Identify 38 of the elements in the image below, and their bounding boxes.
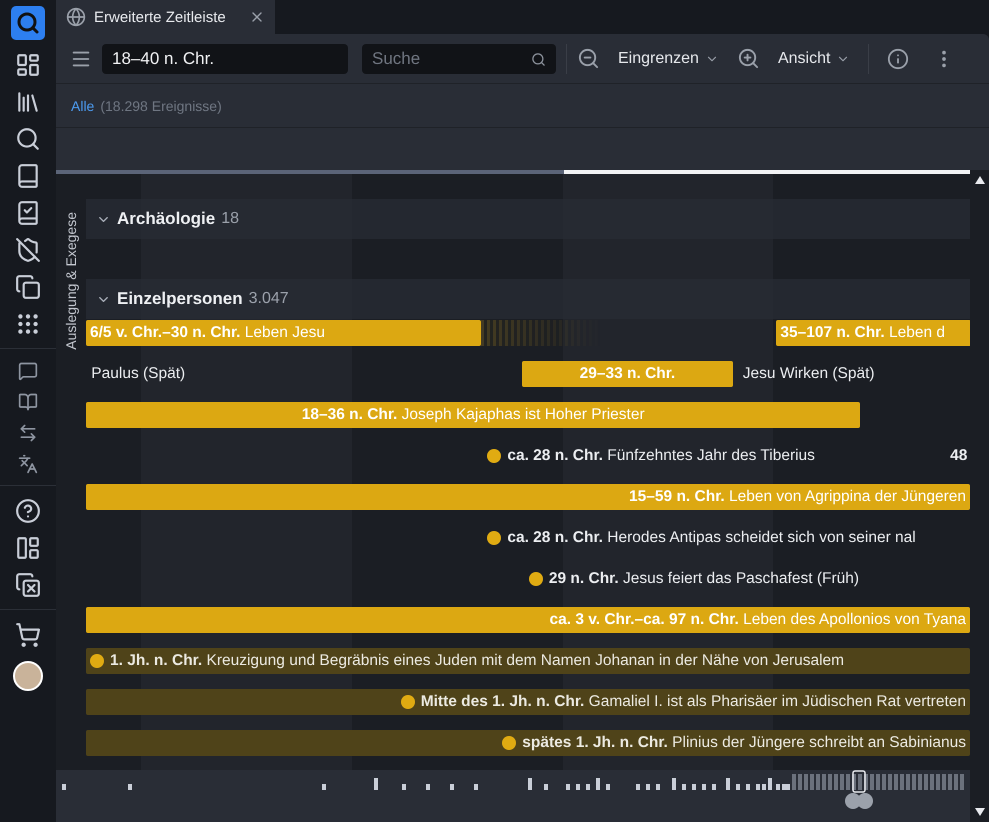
all-link[interactable]: Alle (71, 98, 94, 114)
globe-icon (66, 7, 86, 27)
event-label[interactable]: ca. 28 n. Chr. Fünfzehntes Jahr des Tiberius (507, 447, 815, 465)
scrollbar[interactable] (970, 170, 989, 822)
event-label[interactable]: 29 n. Chr. Jesus feiert das Paschafest (Früh) (548, 570, 860, 588)
scroll-up-icon[interactable] (974, 176, 984, 184)
search-icon[interactable] (531, 52, 546, 66)
group-title: Archäologie (117, 209, 216, 229)
group-count: 18 (221, 210, 240, 228)
logo-icon[interactable] (11, 6, 45, 40)
event-dot[interactable] (528, 572, 543, 586)
group-count: 3.047 (248, 290, 289, 308)
info-icon[interactable] (887, 48, 910, 70)
date-range-field[interactable]: 18–40 n. Chr. (102, 44, 348, 74)
section-label: Auslegung & Exegese (63, 212, 79, 350)
view-dropdown[interactable]: Ansicht (770, 50, 858, 68)
scroll-down-icon[interactable] (974, 808, 984, 816)
event-dot[interactable] (487, 449, 502, 463)
zoom-out-icon[interactable] (577, 47, 600, 70)
event-bar[interactable]: Mitte des 1. Jh. n. Chr. Gamaliel I. ist als Pharisäer im Jüdischen Rat vertreten (86, 689, 970, 715)
event-count: 48 (950, 447, 968, 465)
event-dot[interactable] (487, 531, 502, 545)
group-title: Einzelpersonen (117, 289, 243, 309)
filter-dropdown[interactable]: Eingrenzen (610, 50, 727, 68)
search-field[interactable]: Suche (362, 44, 556, 74)
tab-title: Erweiterte Zeitleiste (94, 8, 226, 26)
timeline-range-bar[interactable] (56, 170, 970, 174)
event-bar[interactable]: spätes 1. Jh. n. Chr. Plinius der Jüngere schreibt an Sabinianus (86, 730, 970, 756)
timeline-tab[interactable]: Erweiterte Zeitleiste (56, 0, 275, 34)
event-label[interactable]: Paulus (Spät) (91, 365, 186, 383)
avatar[interactable] (13, 661, 43, 691)
event-label[interactable]: ca. 28 n. Chr. Herodes Antipas scheidet sich von seiner nal (507, 529, 916, 547)
group-header[interactable]: Archäologie 18 (86, 199, 970, 239)
group-header[interactable]: Einzelpersonen 3.047 (86, 279, 970, 319)
event-count: (18.298 Ereignisse) (100, 98, 222, 114)
zoom-in-icon[interactable] (736, 47, 760, 70)
event-label[interactable]: Jesu Wirken (Spät) (742, 365, 875, 383)
event-bar[interactable]: 1. Jh. n. Chr. Kreuzigung und Begräbnis eines Juden mit dem Namen Johanan in der Nähe von Jerusalem (86, 648, 970, 674)
